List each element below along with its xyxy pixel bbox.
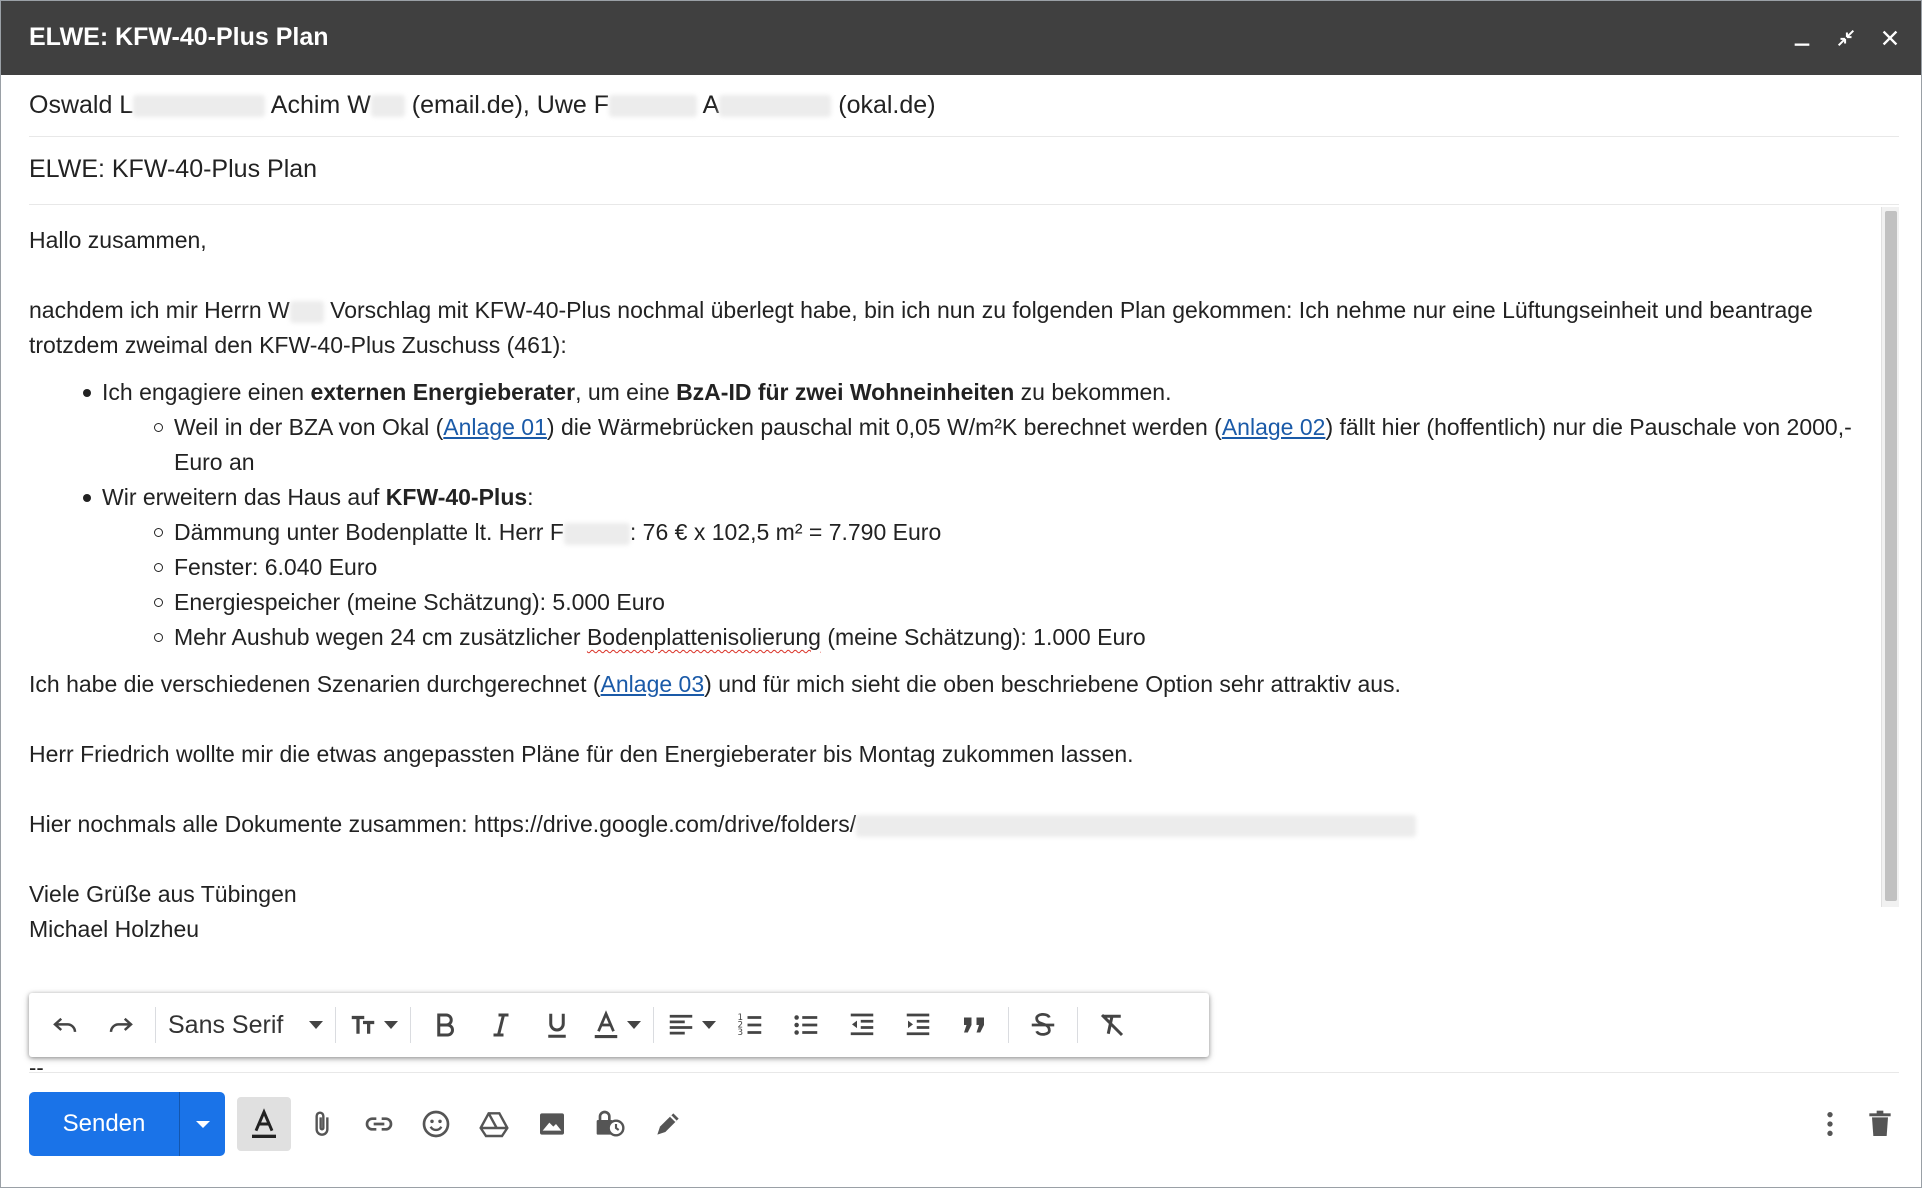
send-options-dropdown[interactable] — [180, 1092, 225, 1156]
signature-name: Michael Holzheu — [29, 916, 200, 942]
align-select[interactable] — [660, 1001, 722, 1049]
scrollbar-thumb[interactable] — [1885, 211, 1897, 901]
emoji-icon[interactable] — [409, 1097, 463, 1151]
minimize-icon[interactable] — [1785, 21, 1819, 55]
remove-formatting-icon[interactable] — [1088, 1001, 1136, 1049]
redo-icon[interactable] — [97, 1001, 145, 1049]
send-button-group: Senden — [29, 1092, 225, 1156]
undo-icon[interactable] — [41, 1001, 89, 1049]
list-item: Ich engagiere einen externen Energiebera… — [29, 375, 1869, 480]
compose-window: ELWE: KFW-40-Plus Plan Oswald L Achim W … — [0, 0, 1922, 1188]
chevron-down-icon — [309, 1021, 324, 1029]
bulleted-list-icon[interactable] — [782, 1001, 830, 1049]
svg-text:3: 3 — [738, 1028, 744, 1038]
more-options-icon[interactable] — [1803, 1097, 1857, 1151]
strikethrough-icon[interactable] — [1019, 1001, 1067, 1049]
compose-title-bar[interactable]: ELWE: KFW-40-Plus Plan — [1, 1, 1921, 75]
text-color-select[interactable] — [585, 1001, 647, 1049]
sub-list-item: Mehr Aushub wegen 24 cm zusätzlicher Bod… — [102, 620, 1869, 655]
drive-link-paragraph: Hier nochmals alle Dokumente zusammen: h… — [29, 807, 1869, 842]
font-family-select[interactable]: Sans Serif — [162, 1001, 329, 1049]
intro-paragraph: nachdem ich mir Herrn W Vorschlag mit KF… — [29, 297, 1813, 358]
discard-draft-icon[interactable] — [1853, 1097, 1907, 1151]
compose-title: ELWE: KFW-40-Plus Plan — [29, 23, 329, 51]
chevron-down-icon — [195, 1120, 210, 1128]
paragraph: Herr Friedrich wollte mir die etwas ange… — [29, 741, 1134, 767]
plan-list: Ich engagiere einen externen Energiebera… — [29, 375, 1869, 655]
link-anlage-03[interactable]: Anlage 03 — [601, 671, 705, 697]
confidential-mode-icon[interactable] — [583, 1097, 637, 1151]
chevron-down-icon — [702, 1021, 717, 1029]
closing: Viele Grüße aus Tübingen — [29, 881, 297, 907]
body-scrollbar[interactable] — [1881, 207, 1899, 907]
link-anlage-01[interactable]: Anlage 01 — [443, 414, 547, 440]
recipients-field[interactable]: Oswald L Achim W (email.de), Uwe F A (ok… — [29, 91, 1899, 137]
sub-list-item: Weil in der BZA von Okal (Anlage 01) die… — [102, 410, 1869, 480]
sub-list-item: Energiespeicher (meine Schätzung): 5.000… — [102, 585, 1869, 620]
list-item: Wir erweitern das Haus auf KFW-40-Plus: … — [29, 480, 1869, 655]
recipient-chip[interactable]: Oswald L Achim W (email.de), Uwe F A (ok… — [29, 91, 936, 120]
message-body[interactable]: Hallo zusammen, nachdem ich mir Herrn W … — [29, 223, 1869, 947]
bold-icon[interactable] — [421, 1001, 469, 1049]
paragraph: Ich habe die verschiedenen Szenarien dur… — [29, 671, 1401, 697]
underline-icon[interactable] — [533, 1001, 581, 1049]
exit-fullscreen-icon[interactable] — [1829, 21, 1863, 55]
signature-separator: -- — [29, 1055, 44, 1080]
italic-icon[interactable] — [477, 1001, 525, 1049]
attach-file-icon[interactable] — [295, 1097, 349, 1151]
greeting: Hallo zusammen, — [29, 227, 207, 253]
chevron-down-icon — [627, 1021, 642, 1029]
text-color-icon — [595, 1010, 618, 1039]
text-size-icon — [352, 1015, 375, 1034]
chevron-down-icon — [384, 1021, 399, 1029]
formatting-options-icon[interactable] — [237, 1097, 291, 1151]
align-left-icon — [670, 1014, 693, 1035]
indent-more-icon[interactable] — [894, 1001, 942, 1049]
send-button[interactable]: Senden — [29, 1110, 179, 1138]
numbered-list-icon[interactable]: 123 — [726, 1001, 774, 1049]
insert-link-icon[interactable] — [352, 1097, 406, 1151]
subject-text: ELWE: KFW-40-Plus Plan — [29, 155, 318, 183]
quote-icon[interactable] — [950, 1001, 998, 1049]
insert-photo-icon[interactable] — [525, 1097, 579, 1151]
close-icon[interactable] — [1873, 21, 1907, 55]
subject-field[interactable]: ELWE: KFW-40-Plus Plan — [29, 155, 1899, 205]
google-drive-icon[interactable] — [467, 1097, 521, 1151]
indent-less-icon[interactable] — [838, 1001, 886, 1049]
font-size-select[interactable] — [342, 1001, 404, 1049]
link-anlage-02[interactable]: Anlage 02 — [1222, 414, 1326, 440]
formatting-toolbar: Sans Serif 123 — [29, 993, 1209, 1057]
signature-pen-icon[interactable] — [641, 1097, 695, 1151]
misspelled-word[interactable]: Bodenplattenisolierung — [587, 624, 821, 650]
sub-list-item: Dämmung unter Bodenplatte lt. Herr F: 76… — [102, 515, 1869, 550]
sub-list-item: Fenster: 6.040 Euro — [102, 550, 1869, 585]
